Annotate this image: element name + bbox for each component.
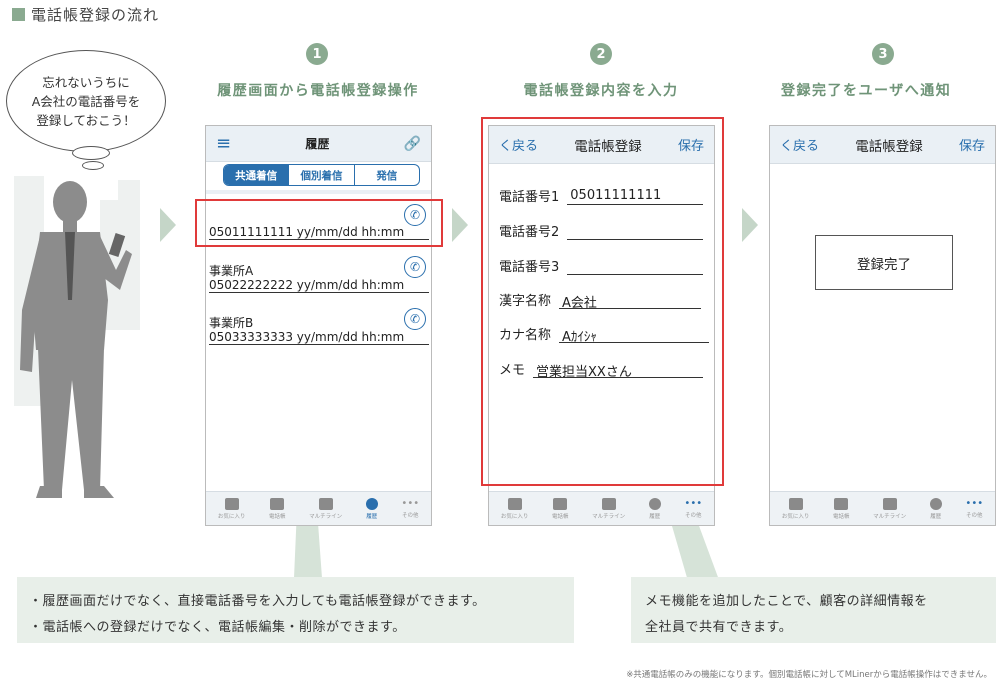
complete-message: 登録完了 bbox=[857, 256, 911, 273]
tabbar-phonebook[interactable]: 電話帳 bbox=[268, 497, 286, 520]
divider bbox=[206, 190, 431, 194]
phone-complete-screen: く戻る 電話帳登録 保存 登録完了 お気に入り 電話帳 マルチライン 履歴 ••… bbox=[769, 125, 996, 526]
tabbar-label: その他 bbox=[685, 513, 702, 519]
tab-shared-incoming[interactable]: 共通着信 bbox=[224, 165, 289, 185]
tabbar-label: 履歴 bbox=[649, 513, 661, 520]
tabbar-favorites[interactable]: お気に入り bbox=[781, 497, 810, 520]
clock-icon bbox=[648, 497, 661, 510]
grid-icon bbox=[601, 497, 616, 510]
tabbar-history[interactable]: 履歴 bbox=[365, 497, 378, 520]
tab-individual-incoming[interactable]: 個別着信 bbox=[288, 165, 353, 185]
history-item-name: 事業所B bbox=[209, 316, 254, 330]
tabbar-label: 電話帳 bbox=[832, 513, 850, 520]
history-title: 履歴 bbox=[305, 137, 330, 151]
person-icon bbox=[553, 497, 568, 510]
tabbar-multiline[interactable]: マルチライン bbox=[309, 497, 343, 520]
tabbar-other[interactable]: ••• その他 bbox=[401, 498, 419, 519]
save-button[interactable]: 保存 bbox=[959, 135, 985, 154]
tab-outgoing[interactable]: 発信 bbox=[353, 165, 419, 185]
tabbar-label: 電話帳 bbox=[551, 513, 569, 520]
tab-bar: お気に入り 電話帳 マルチライン 履歴 ••• その他 bbox=[206, 491, 431, 525]
note-left: ・履歴画面だけでなく、直接電話番号を入力しても電話帳登録ができます。 ・電話帳へ… bbox=[17, 577, 574, 643]
tabbar-multiline[interactable]: マルチライン bbox=[592, 497, 626, 520]
note-left-line-1: ・履歴画面だけでなく、直接電話番号を入力しても電話帳登録ができます。 bbox=[29, 594, 486, 609]
tab-bar: お気に入り 電話帳 マルチライン 履歴 ••• その他 bbox=[489, 491, 714, 525]
back-button[interactable]: く戻る bbox=[780, 135, 819, 154]
tabbar-phonebook[interactable]: 電話帳 bbox=[832, 497, 850, 520]
note-right-line-2: 全社員で共有できます。 bbox=[645, 620, 793, 635]
highlight-box-register bbox=[481, 117, 724, 486]
clock-icon bbox=[365, 497, 378, 510]
complete-header: く戻る 電話帳登録 保存 bbox=[770, 126, 995, 164]
tabbar-label: マルチライン bbox=[873, 513, 907, 520]
tabbar-label: その他 bbox=[966, 513, 983, 519]
registration-complete-dialog: 登録完了 bbox=[815, 235, 953, 290]
phone-call-icon[interactable]: ✆ bbox=[404, 256, 426, 278]
person-icon bbox=[834, 497, 849, 510]
star-icon bbox=[507, 497, 522, 510]
tabbar-label: お気に入り bbox=[500, 513, 529, 520]
person-icon bbox=[270, 497, 285, 510]
tabbar-label: 履歴 bbox=[930, 513, 942, 520]
history-item-name: 事業所A bbox=[209, 264, 254, 278]
footnote: ※共通電話帳のみの機能になります。個別電話帳に対してMLinerから電話帳操作は… bbox=[626, 670, 992, 680]
grid-icon bbox=[318, 497, 333, 510]
star-icon bbox=[788, 497, 803, 510]
history-header: ≡ 履歴 🔗 bbox=[206, 126, 431, 162]
history-item-3[interactable]: 事業所B 05033333333 yy/mm/dd hh:mm bbox=[209, 316, 429, 345]
tabbar-label: その他 bbox=[402, 513, 419, 519]
tabbar-label: 電話帳 bbox=[268, 513, 286, 520]
tabbar-label: お気に入り bbox=[217, 513, 246, 520]
history-item-line: 05022222222 yy/mm/dd hh:mm bbox=[209, 278, 429, 293]
more-icon: ••• bbox=[401, 498, 420, 509]
tabbar-favorites[interactable]: お気に入り bbox=[217, 497, 246, 520]
tabbar-favorites[interactable]: お気に入り bbox=[500, 497, 529, 520]
history-segmented-control: 共通着信 個別着信 発信 bbox=[223, 164, 420, 186]
history-item-line: 05033333333 yy/mm/dd hh:mm bbox=[209, 330, 429, 345]
phone-call-icon[interactable]: ✆ bbox=[404, 308, 426, 330]
tabbar-phonebook[interactable]: 電話帳 bbox=[551, 497, 569, 520]
complete-title: 電話帳登録 bbox=[855, 138, 923, 155]
more-icon: ••• bbox=[684, 498, 703, 509]
tabbar-label: お気に入り bbox=[781, 513, 810, 520]
clock-icon bbox=[929, 497, 942, 510]
history-item-2[interactable]: 事業所A 05022222222 yy/mm/dd hh:mm bbox=[209, 264, 429, 293]
phone-history-screen: ≡ 履歴 🔗 共通着信 個別着信 発信 05011111111 yy/mm/dd… bbox=[205, 125, 432, 526]
link-icon[interactable]: 🔗 bbox=[404, 136, 421, 152]
tabbar-other[interactable]: ••• その他 bbox=[684, 498, 702, 519]
grid-icon bbox=[882, 497, 897, 510]
star-icon bbox=[224, 497, 239, 510]
tabbar-label: マルチライン bbox=[309, 513, 343, 520]
tabbar-multiline[interactable]: マルチライン bbox=[873, 497, 907, 520]
tabbar-label: マルチライン bbox=[592, 513, 626, 520]
tabbar-history[interactable]: 履歴 bbox=[648, 497, 661, 520]
tabbar-label: 履歴 bbox=[366, 513, 378, 520]
note-left-line-2: ・電話帳への登録だけでなく、電話帳編集・削除ができます。 bbox=[29, 620, 406, 635]
note-right: メモ機能を追加したことで、顧客の詳細情報を 全社員で共有できます。 bbox=[631, 577, 996, 643]
highlight-box-history bbox=[195, 199, 443, 247]
tabbar-other[interactable]: ••• その他 bbox=[965, 498, 983, 519]
hamburger-menu-icon[interactable]: ≡ bbox=[216, 133, 231, 154]
more-icon: ••• bbox=[965, 498, 984, 509]
tabbar-history[interactable]: 履歴 bbox=[929, 497, 942, 520]
tab-bar: お気に入り 電話帳 マルチライン 履歴 ••• その他 bbox=[770, 491, 995, 525]
note-right-line-1: メモ機能を追加したことで、顧客の詳細情報を bbox=[645, 594, 928, 609]
